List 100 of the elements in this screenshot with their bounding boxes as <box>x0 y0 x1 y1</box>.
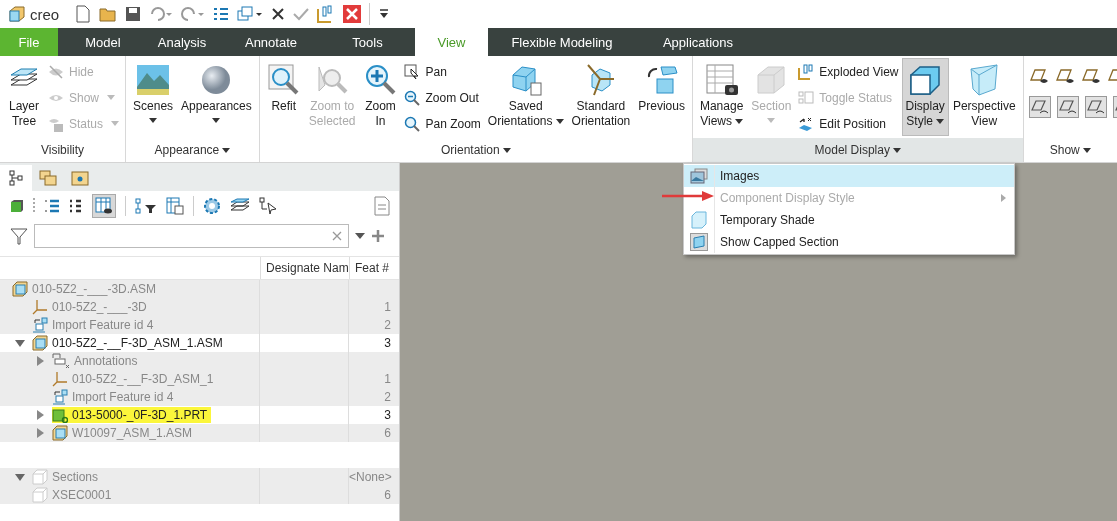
list-icon[interactable] <box>69 198 83 214</box>
magnifier-icon <box>266 63 301 97</box>
customize-icon[interactable] <box>378 8 391 20</box>
logo-icon <box>8 5 26 23</box>
filter-icon[interactable] <box>10 227 28 245</box>
ribbon-tab[interactable]: Annotate <box>222 28 320 56</box>
ribbon-tab[interactable]: Model <box>64 28 142 56</box>
highlighted-tree-item[interactable]: 013-5000-_0F-3D_1.PRT <box>52 407 212 423</box>
ribbon-button[interactable]: Layer Tree <box>3 58 45 136</box>
column-header[interactable]: Feat # <box>350 257 399 279</box>
ribbon-tab[interactable]: Flexible Modeling <box>488 28 636 56</box>
tree-item-label: 010-5Z2_-___-3D <box>52 300 147 314</box>
folders-icon <box>39 170 57 186</box>
new-file-icon[interactable] <box>75 5 92 23</box>
ribbon-button[interactable]: Display Style <box>901 58 949 136</box>
feature-number: 2 <box>384 318 391 332</box>
exploded-view-icon <box>798 63 815 80</box>
cube-icon <box>12 281 28 297</box>
search-field[interactable] <box>34 224 349 248</box>
ribbon-tab[interactable]: View <box>415 28 488 56</box>
layers-icon[interactable] <box>230 198 250 214</box>
group-label[interactable]: Appearance <box>126 138 259 162</box>
table-icon[interactable] <box>166 197 184 215</box>
ribbon-button[interactable]: Perspective View <box>948 58 1020 136</box>
show-icon[interactable] <box>1080 66 1101 86</box>
images-icon <box>690 168 708 184</box>
expander-icon[interactable] <box>35 356 45 366</box>
folder-icon[interactable] <box>99 6 118 22</box>
caret-icon <box>735 119 743 125</box>
close-icon[interactable] <box>343 5 362 23</box>
undo-icon[interactable] <box>149 6 174 22</box>
part-icon <box>52 407 68 423</box>
ribbon-button[interactable]: Exploded View <box>796 60 901 83</box>
ribbon-tab[interactable]: Applications <box>636 28 760 56</box>
tree-item[interactable]: 010-5Z2_-__F-3D_ASM_1.ASM <box>32 335 227 351</box>
model-tree-tab[interactable] <box>0 165 32 191</box>
feature-number: 6 <box>384 488 391 502</box>
feature-number: <None> <box>349 470 392 484</box>
redo-icon[interactable] <box>181 6 206 22</box>
group-label[interactable]: Model Display <box>692 138 1023 162</box>
caret-icon <box>555 119 564 125</box>
tree-item-label: Sections <box>52 470 99 484</box>
toggle-icon <box>798 89 815 106</box>
group-label[interactable]: Orientation <box>259 138 692 162</box>
regenerate-icon[interactable] <box>213 6 230 22</box>
ribbon-button[interactable]: Appearances <box>177 58 256 136</box>
group-label[interactable]: Visibility <box>0 138 126 162</box>
column-header[interactable]: Designate Nam <box>261 257 350 279</box>
cube-icon <box>52 425 68 441</box>
ribbon-button[interactable]: Scenes <box>129 58 178 136</box>
ribbon-button[interactable]: Standard Orientation <box>567 58 635 136</box>
show-icon[interactable] <box>1028 96 1051 118</box>
caret-icon <box>892 148 901 154</box>
import-icon <box>52 389 68 405</box>
tree-filter-icon[interactable] <box>135 198 157 214</box>
ribbon-button[interactable]: Zoom Out <box>402 86 483 109</box>
ribbon-button[interactable]: Edit Position <box>796 112 901 135</box>
close-window-icon[interactable] <box>271 7 286 21</box>
caret-icon[interactable] <box>355 233 365 239</box>
show-icon[interactable] <box>1056 96 1079 118</box>
group-label[interactable]: Show <box>1023 138 1117 162</box>
expander-icon[interactable] <box>35 428 45 438</box>
feature-number: 3 <box>384 408 391 422</box>
menu-item[interactable]: Images <box>684 165 1014 187</box>
ribbon-tab[interactable]: Analysis <box>142 28 222 56</box>
tree-item-label: 010-5Z2_-__F-3D_ASM_1 <box>72 372 214 386</box>
windows-icon[interactable] <box>237 6 264 22</box>
caret-icon <box>502 148 511 154</box>
zoom-in-icon <box>363 63 398 97</box>
check-icon[interactable] <box>293 7 310 21</box>
ribbon-button[interactable]: Pan <box>402 60 483 83</box>
menu-item[interactable]: Show Capped Section <box>684 231 1014 253</box>
axes-icon <box>52 371 68 387</box>
tree-pointer-icon[interactable] <box>259 197 277 215</box>
caret-icon <box>212 118 221 123</box>
menu-item[interactable]: Temporary Shade <box>684 209 1014 231</box>
ribbon-button[interactable]: Pan Zoom <box>402 112 483 135</box>
show-icon[interactable] <box>1028 66 1049 86</box>
feature-number: 1 <box>384 372 391 386</box>
cube-icon[interactable] <box>10 199 24 213</box>
expander-icon[interactable] <box>35 410 45 420</box>
expander-icon[interactable] <box>15 472 25 482</box>
ribbon-tab[interactable]: Tools <box>320 28 415 56</box>
show-icon[interactable] <box>1084 96 1107 118</box>
caret-icon <box>767 118 776 123</box>
expander-icon[interactable] <box>15 338 25 348</box>
gear-icon[interactable] <box>203 197 221 215</box>
caret-icon <box>149 118 158 123</box>
save-icon[interactable] <box>125 6 142 22</box>
show-icon[interactable] <box>1054 66 1075 86</box>
column-display-button[interactable] <box>92 194 116 218</box>
table-camera-icon <box>704 63 739 97</box>
ribbon-button[interactable]: Refit <box>262 58 305 136</box>
ribbon-button[interactable]: Previous <box>634 58 689 136</box>
caret-icon <box>111 121 120 126</box>
add-icon[interactable] <box>371 229 385 243</box>
ribbon-button[interactable]: Saved Orientations <box>483 58 568 136</box>
ribbon-button[interactable]: Zoom In <box>359 58 402 136</box>
ribbon-button[interactable]: Manage Views <box>695 58 748 136</box>
clear-icon[interactable] <box>332 231 342 241</box>
